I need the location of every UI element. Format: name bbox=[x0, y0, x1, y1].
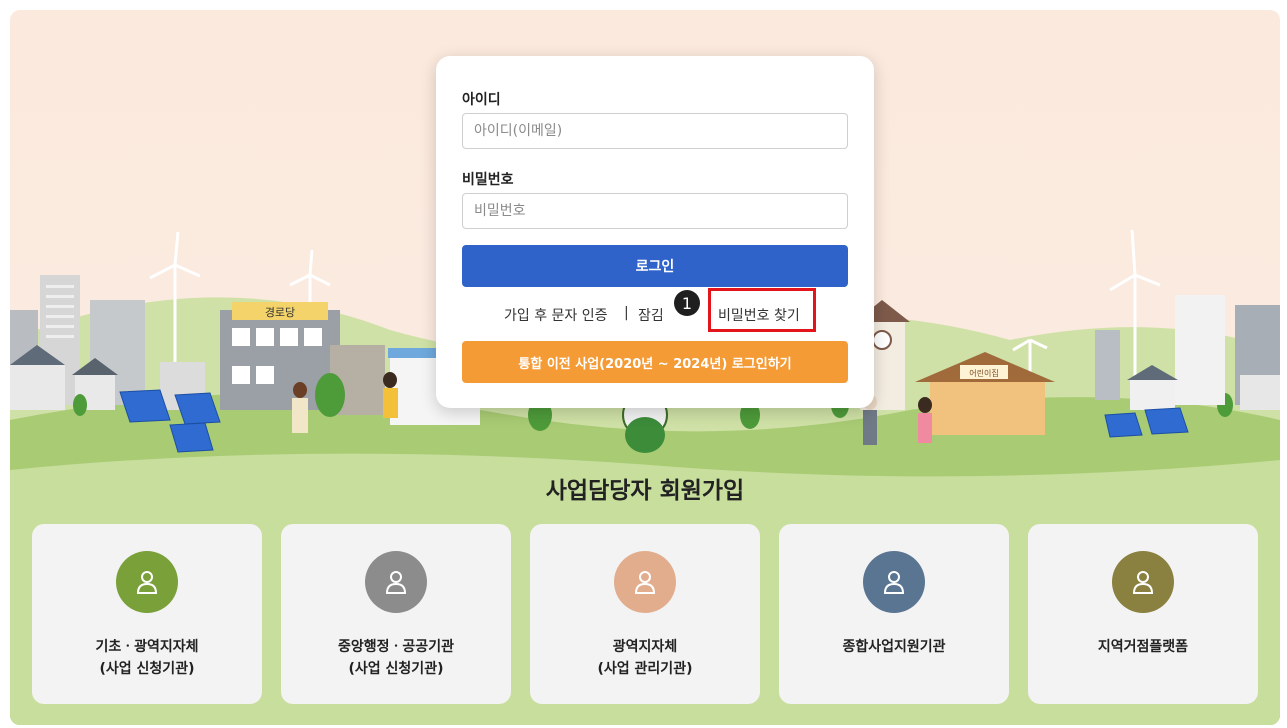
login-card: 아이디 비밀번호 로그인 가입 후 문자 인증 | 잠김 1 비밀번호 찾기 통… bbox=[436, 56, 874, 408]
signup-card-label: 기초ㆍ광역지자체 (사업 신청기관) bbox=[95, 639, 199, 677]
signup-card-label: 지역거점플랫폼 bbox=[1097, 639, 1189, 655]
signup-card-label: 종합사업지원기관 bbox=[842, 639, 946, 655]
page-frame: 경로당 어린이집 아이디 아이디(이메일) 비밀번호 로그인 가입 후 문자 인… bbox=[10, 10, 1280, 725]
user-icon bbox=[365, 551, 427, 613]
building-sign-kindergarten: 어린이집 bbox=[969, 368, 998, 378]
step-number-badge: 1 bbox=[674, 290, 700, 316]
signup-card-regional-platform[interactable]: 지역거점플랫폼 bbox=[1028, 524, 1258, 704]
legacy-login-button[interactable]: 통합 이전 사업(2020년 ~ 2024년) 로그인하기 bbox=[462, 341, 848, 383]
user-icon bbox=[614, 551, 676, 613]
id-input[interactable] bbox=[462, 113, 848, 149]
login-button[interactable]: 로그인 bbox=[462, 245, 848, 287]
password-label: 비밀번호 bbox=[462, 172, 514, 188]
user-icon bbox=[1112, 551, 1174, 613]
building-sign-senior: 경로당 bbox=[265, 306, 295, 319]
signup-card-label: 중앙행정ㆍ공공기관 (사업 신청기관) bbox=[338, 639, 454, 677]
signup-card-metro-gov[interactable]: 광역지자체 (사업 관리기관) bbox=[530, 524, 760, 704]
id-label: 아이디 bbox=[462, 92, 501, 108]
password-input[interactable] bbox=[462, 193, 848, 229]
signup-card-support-org[interactable]: 종합사업지원기관 bbox=[779, 524, 1009, 704]
sms-verify-link[interactable]: 가입 후 문자 인증 bbox=[504, 305, 608, 325]
user-icon bbox=[116, 551, 178, 613]
signup-card-label: 광역지자체 (사업 관리기관) bbox=[597, 639, 693, 677]
user-icon bbox=[863, 551, 925, 613]
link-separator: | bbox=[624, 305, 629, 321]
account-links: 가입 후 문자 인증 | 잠김 1 비밀번호 찾기 bbox=[436, 288, 874, 332]
signup-card-central-gov[interactable]: 중앙행정ㆍ공공기관 (사업 신청기관) bbox=[281, 524, 511, 704]
signup-card-local-gov[interactable]: 기초ㆍ광역지자체 (사업 신청기관) bbox=[32, 524, 262, 704]
signup-title: 사업담당자 회원가입 bbox=[545, 478, 745, 504]
unlock-link[interactable]: 잠김 bbox=[638, 305, 664, 325]
highlight-box bbox=[708, 288, 816, 332]
